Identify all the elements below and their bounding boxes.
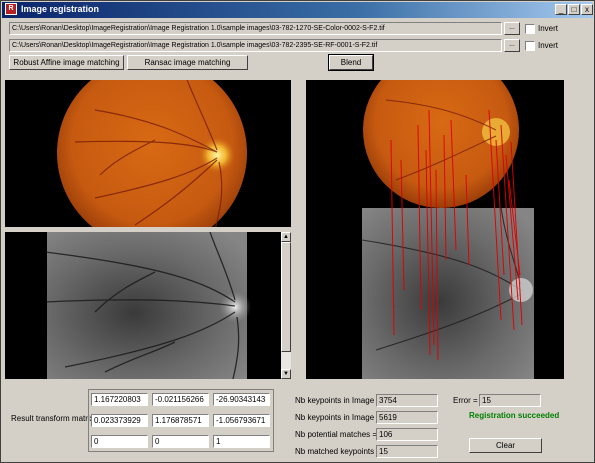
matched-keypoints-label: Nb matched keypoints = [295, 447, 382, 456]
matched-keypoints-value: 15 [376, 445, 438, 458]
image2-path-field[interactable]: C:\Users\Ronan\Desktop\ImageRegistration… [9, 39, 502, 52]
kp2-value: 5619 [376, 411, 438, 424]
browse-image1-button[interactable]: ... [504, 22, 520, 35]
fundus-gray-image [41, 232, 251, 379]
clear-button[interactable]: Clear [469, 438, 542, 453]
match-view [306, 80, 564, 379]
matrix-cell-2-0[interactable]: 0 [91, 435, 148, 448]
scroll-down-arrow[interactable]: ▼ [281, 369, 291, 379]
window-title: Image registration [21, 4, 100, 14]
robust-affine-button[interactable]: Robust Affine image matching [9, 55, 124, 70]
title-bar[interactable]: R Image registration _ □ x [2, 2, 593, 18]
app-icon: R [5, 3, 17, 15]
image1-view [5, 80, 291, 227]
matrix-cell-2-2[interactable]: 1 [213, 435, 270, 448]
ransac-button[interactable]: Ransac image matching [127, 55, 248, 70]
potential-matches-value: 106 [376, 428, 438, 441]
error-label: Error = [453, 396, 478, 405]
scroll-up-arrow[interactable]: ▲ [281, 232, 291, 242]
blend-button[interactable]: Blend [328, 54, 374, 71]
matrix-cell-2-1[interactable]: 0 [152, 435, 209, 448]
matrix-cell-1-0[interactable]: 0.023373929 [91, 414, 148, 427]
image1-path-field[interactable]: C:\Users\Ronan\Desktop\ImageRegistration… [9, 22, 502, 35]
matrix-cell-1-1[interactable]: 1.176878571 [152, 414, 209, 427]
close-button[interactable]: x [581, 4, 593, 15]
invert-image1-label: Invert [538, 24, 559, 33]
error-value: 15 [479, 394, 541, 407]
matrix-cell-1-2[interactable]: -1.056793671 [213, 414, 270, 427]
matrix-cell-0-0[interactable]: 1.167220803 [91, 393, 148, 406]
invert-image2-label: Invert [538, 41, 559, 50]
matrix-cell-0-2[interactable]: -26.90343143 [213, 393, 270, 406]
invert-image1-checkbox[interactable] [525, 24, 535, 34]
image2-scrollbar[interactable]: ▲ ▼ [281, 232, 291, 379]
potential-matches-label: Nb potential matches = [295, 430, 378, 439]
main-window: R Image registration _ □ x C:\Users\Rona… [0, 0, 595, 463]
invert-image2-checkbox[interactable] [525, 41, 535, 51]
matrix-cell-0-1[interactable]: -0.021156266 [152, 393, 209, 406]
kp1-value: 3754 [376, 394, 438, 407]
match-visualization [361, 80, 534, 379]
minimize-button[interactable]: _ [555, 4, 567, 15]
image2-view [5, 232, 281, 379]
scroll-thumb[interactable] [281, 242, 291, 352]
fundus-color-image [57, 80, 247, 227]
maximize-button[interactable]: □ [568, 4, 580, 15]
browse-image2-button[interactable]: ... [504, 39, 520, 52]
kp2-label: Nb keypoints in Image 2 = [295, 413, 388, 422]
kp1-label: Nb keypoints in Image 1 = [295, 396, 388, 405]
registration-status: Registration succeeded [469, 411, 560, 420]
